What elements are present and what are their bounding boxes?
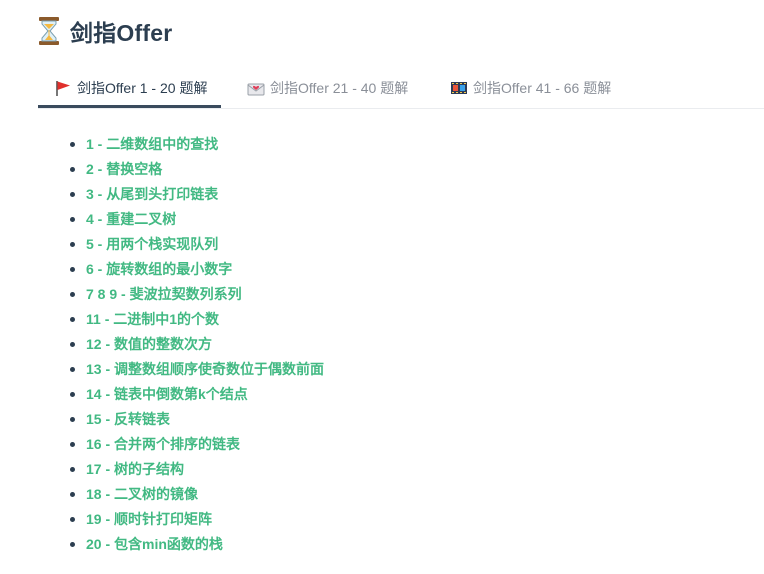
page-title: 剑指Offer: [70, 20, 173, 46]
problem-link[interactable]: 1 - 二维数组中的查找: [70, 132, 324, 157]
problem-link[interactable]: 13 - 调整数组顺序使奇数位于偶数前面: [70, 357, 324, 382]
problem-link[interactable]: 11 - 二进制中1的个数: [70, 307, 324, 332]
envelope-heart-icon: [247, 83, 265, 96]
page: 剑指Offer 剑指Offer 1 - 20 题解 剑指Offer 21 - 4…: [0, 0, 764, 574]
problem-link[interactable]: 6 - 旋转数组的最小数字: [70, 257, 324, 282]
tab-offer-41-66[interactable]: 剑指Offer 41 - 66 题解: [450, 70, 611, 106]
problem-link[interactable]: 19 - 顺时针打印矩阵: [70, 507, 324, 532]
problem-list: 1 - 二维数组中的查找 2 - 替换空格 3 - 从尾到头打印链表 4 - 重…: [70, 132, 324, 557]
problem-link[interactable]: 14 - 链表中倒数第k个结点: [70, 382, 324, 407]
tab-label: 剑指Offer 21 - 40 题解: [270, 80, 409, 96]
tab-label: 剑指Offer 1 - 20 题解: [77, 79, 208, 96]
problem-link[interactable]: 15 - 反转链表: [70, 407, 324, 432]
red-flag-icon: [56, 80, 70, 96]
problem-link[interactable]: 5 - 用两个栈实现队列: [70, 232, 324, 257]
problem-link[interactable]: 12 - 数值的整数次方: [70, 332, 324, 357]
problem-link[interactable]: 2 - 替换空格: [70, 157, 324, 182]
tab-label: 剑指Offer 41 - 66 题解: [473, 80, 612, 96]
problem-link[interactable]: 16 - 合并两个排序的链表: [70, 432, 324, 457]
problem-link[interactable]: 17 - 树的子结构: [70, 457, 324, 482]
film-frames-icon: [451, 82, 467, 94]
hourglass-icon: [39, 17, 59, 45]
tab-offer-1-20[interactable]: 剑指Offer 1 - 20 题解: [38, 70, 222, 108]
problem-link[interactable]: 20 - 包含min函数的栈: [70, 532, 324, 557]
tab-bar: 剑指Offer 1 - 20 题解 剑指Offer 21 - 40 题解 剑指O…: [38, 70, 764, 109]
page-header: 剑指Offer: [38, 14, 172, 48]
problem-link[interactable]: 4 - 重建二叉树: [70, 207, 324, 232]
problem-link[interactable]: 18 - 二叉树的镜像: [70, 482, 324, 507]
tab-offer-21-40[interactable]: 剑指Offer 21 - 40 题解: [247, 70, 408, 106]
problem-link[interactable]: 3 - 从尾到头打印链表: [70, 182, 324, 207]
problem-link[interactable]: 7 8 9 - 斐波拉契数列系列: [70, 282, 324, 307]
